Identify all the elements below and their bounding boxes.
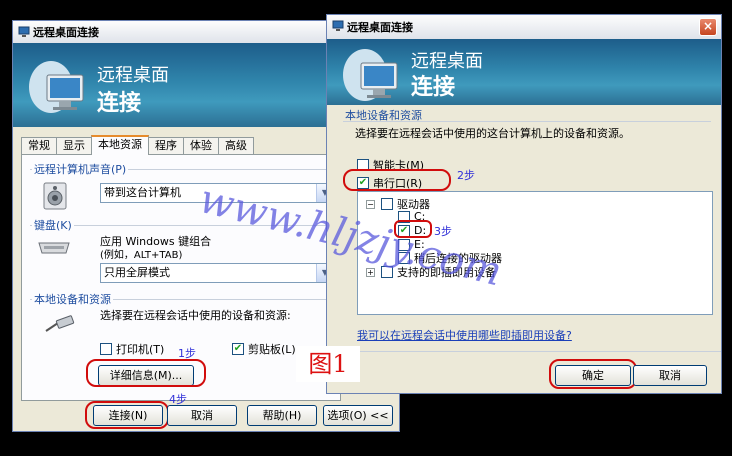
local-resources-panel: 远程计算机声音(P) 带到这台计算机 ▼ 键盘(K) 应用 Windows 键组… xyxy=(21,154,341,401)
collapse-icon[interactable]: − xyxy=(366,199,375,209)
pnp-help-link[interactable]: 我可以在远程会话中使用哪些即插即用设备? xyxy=(357,327,572,343)
right-devices-divider xyxy=(343,121,711,122)
tab-display[interactable]: 显示 xyxy=(56,137,92,155)
keyboard-dropdown-value: 只用全屏模式 xyxy=(104,266,170,279)
close-icon[interactable]: × xyxy=(699,18,717,36)
step2-note: 2步 xyxy=(457,169,475,182)
keyboard-group-label: 键盘(K) xyxy=(32,217,74,233)
left-banner-subtitle: 连接 xyxy=(97,91,142,116)
clipboard-checkbox-label: 剪贴板(L) xyxy=(248,343,296,356)
device-tree[interactable]: − 驱动器 C: ✔ D: 3步 E: 稍后连接的驱动器 + 支持的即插即用设备 xyxy=(357,191,713,315)
tab-experience[interactable]: 体验 xyxy=(183,137,219,155)
right-banner: 远程桌面 连接 xyxy=(327,39,721,105)
keyboard-icon xyxy=(38,242,70,254)
right-banner-subtitle: 连接 xyxy=(411,75,456,100)
printer-checkbox[interactable]: 打印机(T) xyxy=(100,341,164,357)
sound-dropdown[interactable]: 带到这台计算机 ▼ xyxy=(100,183,334,203)
clipboard-checkbox[interactable]: ✔ 剪贴板(L) xyxy=(232,341,296,357)
details-highlight-oval xyxy=(86,359,206,387)
right-title-bar[interactable]: 远程桌面连接 × xyxy=(327,15,721,39)
expand-icon[interactable]: + xyxy=(366,267,375,277)
clipboard-checkbox-box[interactable]: ✔ xyxy=(232,343,244,355)
rdc-app-icon xyxy=(332,20,344,31)
left-window-title: 远程桌面连接 xyxy=(33,26,99,39)
keyboard-dropdown[interactable]: 只用全屏模式 ▼ xyxy=(100,263,334,283)
serial-port-highlight-oval xyxy=(343,169,451,191)
right-window-title: 远程桌面连接 xyxy=(347,21,413,34)
rdc-app-icon xyxy=(18,26,30,37)
ok-highlight-oval xyxy=(549,359,637,389)
right-cancel-button[interactable]: 取消 xyxy=(633,365,707,386)
printer-checkbox-label: 打印机(T) xyxy=(116,343,165,356)
right-footer-divider xyxy=(327,351,721,352)
usb-plug-icon xyxy=(45,315,75,332)
connect-highlight-oval xyxy=(85,401,169,429)
figure-label: 图1 xyxy=(296,346,360,382)
printer-checkbox-box[interactable] xyxy=(100,343,112,355)
tab-programs[interactable]: 程序 xyxy=(148,137,184,155)
devices-description: 选择要在远程会话中使用的设备和资源: xyxy=(100,309,291,322)
drive-e-checkbox-box[interactable] xyxy=(398,238,410,251)
drives-checkbox-box[interactable] xyxy=(381,198,393,210)
pnp-checkbox-box[interactable] xyxy=(381,266,393,278)
help-button[interactable]: 帮助(H) xyxy=(247,405,317,426)
later-drives-checkbox-box[interactable] xyxy=(398,252,410,264)
tab-local-resources[interactable]: 本地资源 xyxy=(91,135,149,155)
tree-pnp-row[interactable]: + 支持的即插即用设备 xyxy=(366,264,496,280)
pnp-label: 支持的即插即用设备 xyxy=(397,266,496,279)
options-button[interactable]: 选项(O) << xyxy=(323,405,393,426)
step3-note: 3步 xyxy=(434,225,452,238)
left-tab-strip: 常规 显示 本地资源 程序 体验 高级 xyxy=(21,135,254,155)
keyboard-group-divider xyxy=(30,225,332,226)
tab-advanced[interactable]: 高级 xyxy=(218,137,254,155)
sound-dropdown-value: 带到这台计算机 xyxy=(104,186,181,199)
left-banner-title: 远程桌面 xyxy=(97,65,169,86)
rdc-computer-logo-icon xyxy=(343,49,398,101)
devices-group-label: 本地设备和资源 xyxy=(32,291,113,307)
rdc-computer-logo-icon xyxy=(29,61,84,113)
right-rdc-window: 远程桌面连接 × 远程桌面 连接 本地设备和资源 选择要在远程会话中使用的这台计… xyxy=(326,14,722,394)
cancel-button[interactable]: 取消 xyxy=(167,405,237,426)
keyboard-description-line2: (例如，ALT+TAB) xyxy=(100,250,183,261)
drive-d-highlight-oval xyxy=(394,220,432,238)
tab-general[interactable]: 常规 xyxy=(21,137,57,155)
speaker-icon xyxy=(43,182,67,210)
sound-group-label: 远程计算机声音(P) xyxy=(32,161,129,177)
right-devices-description: 选择要在远程会话中使用的这台计算机上的设备和资源。 xyxy=(355,127,630,140)
